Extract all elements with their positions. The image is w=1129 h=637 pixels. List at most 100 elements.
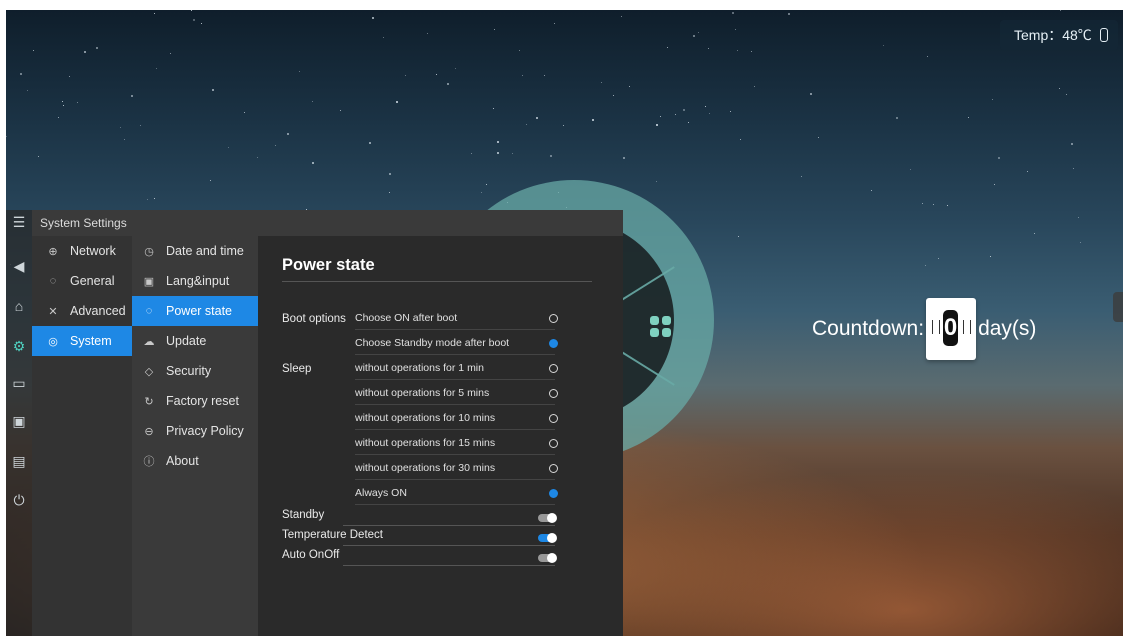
right-edge-tab[interactable] — [1113, 292, 1123, 322]
countdown-value: 0 — [943, 310, 959, 346]
nav-network[interactable]: ⊕ Network — [32, 236, 132, 266]
nav-power-state-label: Power state — [166, 304, 233, 318]
nav-privacy-policy[interactable]: ⊖ Privacy Policy — [132, 416, 258, 446]
star — [1071, 143, 1073, 145]
star — [170, 53, 171, 54]
nav-privacy-policy-label: Privacy Policy — [166, 424, 244, 438]
star — [299, 71, 300, 72]
star — [738, 236, 739, 237]
menu-icon[interactable]: ☰ — [11, 214, 27, 230]
nav-security[interactable]: ◇ Security — [132, 356, 258, 386]
temperature-label: Temp：48℃ — [1014, 27, 1092, 43]
star — [933, 204, 934, 205]
star — [340, 110, 341, 111]
power-icon[interactable]: ⏻ — [11, 492, 27, 508]
primary-nav: ⊕ Network ◌ General ✕ Advanced ◎ System — [32, 236, 132, 636]
sleep-option-30min[interactable]: without operations for 30 mins — [355, 456, 555, 480]
star — [801, 176, 802, 177]
star — [519, 50, 520, 51]
home-icon[interactable]: ⌂ — [11, 298, 27, 314]
star — [1060, 10, 1061, 11]
nav-lang-input-label: Lang&input — [166, 274, 230, 288]
sleep-option-15min[interactable]: without operations for 15 mins — [355, 431, 555, 455]
star — [927, 56, 928, 57]
star — [688, 122, 689, 123]
nav-about[interactable]: ⓘ About — [132, 446, 258, 476]
radio-boot-standby[interactable] — [549, 339, 558, 348]
standby-toggle[interactable] — [538, 513, 557, 523]
nav-factory-reset-label: Factory reset — [166, 394, 239, 408]
keyboard-icon[interactable]: ▤ — [11, 453, 27, 469]
settings-gear-icon[interactable]: ⚙ — [11, 338, 27, 354]
back-icon[interactable]: ◀ — [11, 258, 27, 274]
star — [592, 119, 594, 121]
nav-date-time[interactable]: ◷ Date and time — [132, 236, 258, 266]
radio-sleep-10min[interactable] — [549, 414, 558, 423]
sleep-option-1min[interactable]: without operations for 1 min — [355, 356, 555, 380]
star — [526, 124, 527, 125]
star — [613, 95, 614, 96]
cloud-icon: ☁ — [143, 335, 155, 348]
radio-boot-on[interactable] — [549, 314, 558, 323]
apps-grid-icon[interactable] — [650, 316, 672, 338]
nav-power-state[interactable]: ◌ Power state — [132, 296, 258, 326]
boot-option-on[interactable]: Choose ON after boot — [355, 306, 555, 330]
nav-factory-reset[interactable]: ↻ Factory reset — [132, 386, 258, 416]
star — [693, 35, 695, 37]
nav-update-label: Update — [166, 334, 207, 348]
star — [62, 101, 63, 102]
star — [147, 199, 148, 200]
star — [660, 116, 661, 117]
star — [818, 137, 819, 138]
star — [883, 45, 884, 46]
nav-update[interactable]: ☁ Update — [132, 326, 258, 356]
folder-icon[interactable]: ▭ — [11, 375, 27, 391]
sleep-option-5min[interactable]: without operations for 5 mins — [355, 381, 555, 405]
system-icon: ◎ — [48, 335, 58, 348]
star — [708, 48, 709, 49]
boot-options-label: Boot options — [282, 313, 346, 325]
sleep-option-10min[interactable]: without operations for 10 mins — [355, 406, 555, 430]
star — [244, 112, 245, 113]
boot-option-standby[interactable]: Choose Standby mode after boot — [355, 331, 555, 355]
star — [1034, 233, 1035, 234]
star — [512, 153, 513, 154]
star — [58, 117, 59, 118]
temperature-widget: Temp：48℃ — [1000, 20, 1118, 50]
star — [550, 155, 552, 157]
system-settings-window: System Settings ⊕ Network ◌ General ✕ Ad… — [32, 210, 623, 636]
star — [481, 192, 482, 193]
star — [938, 258, 939, 259]
star — [990, 256, 991, 257]
radio-sleep-15min[interactable] — [549, 439, 558, 448]
star — [120, 127, 121, 128]
keyboard-icon: ▣ — [143, 275, 155, 288]
temperature-detect-toggle[interactable] — [538, 533, 557, 543]
star — [1059, 88, 1060, 89]
radio-sleep-always-on[interactable] — [549, 489, 558, 498]
sleep-option-always-on[interactable]: Always ON — [355, 481, 555, 505]
nav-system[interactable]: ◎ System — [32, 326, 132, 356]
nav-general[interactable]: ◌ General — [32, 266, 132, 296]
left-dock: ☰ ◀ ⌂ ⚙ ▭ ▣ ▤ ⏻ — [6, 210, 32, 636]
radio-sleep-1min[interactable] — [549, 364, 558, 373]
temperature-detect-label: Temperature Detect — [282, 529, 383, 541]
star — [63, 105, 64, 106]
star — [656, 181, 657, 182]
auto-onoff-toggle[interactable] — [538, 553, 557, 563]
secondary-nav: ◷ Date and time ▣ Lang&input ◌ Power sta… — [132, 236, 258, 636]
star — [1066, 94, 1067, 95]
radio-sleep-30min[interactable] — [549, 464, 558, 473]
star — [228, 147, 229, 148]
star — [427, 33, 428, 34]
star — [754, 86, 755, 87]
star — [471, 153, 472, 154]
input-source-icon[interactable]: ▣ — [11, 413, 27, 429]
nav-network-label: Network — [70, 244, 116, 258]
nav-advanced[interactable]: ✕ Advanced — [32, 296, 132, 326]
nav-lang-input[interactable]: ▣ Lang&input — [132, 266, 258, 296]
star — [544, 75, 545, 76]
radio-sleep-5min[interactable] — [549, 389, 558, 398]
countdown-unit: day(s) — [978, 317, 1037, 340]
globe-icon: ⊕ — [48, 245, 58, 258]
